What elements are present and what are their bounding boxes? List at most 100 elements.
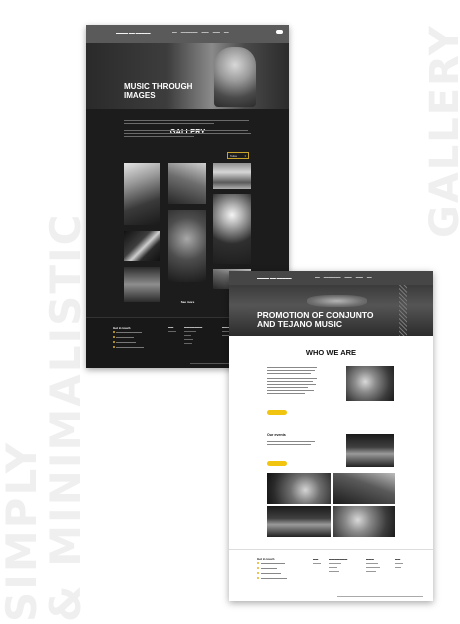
mail-icon (257, 567, 260, 570)
stage-truss-image (399, 285, 407, 336)
gallery-photo[interactable] (124, 231, 160, 261)
footer-link[interactable] (366, 571, 376, 572)
site-logo[interactable]: ▬▬▬▬ ▬▬ ▬▬▬▬▬ (116, 31, 151, 35)
theme-toggle[interactable] (276, 30, 283, 34)
text-line (267, 441, 315, 443)
hero-banner: MUSIC THROUGH IMAGES (86, 43, 289, 109)
nav-item[interactable]: ▬▬ (224, 31, 229, 34)
gallery-photo[interactable] (168, 163, 206, 204)
facebook-icon (257, 572, 260, 575)
footer-link[interactable] (329, 571, 339, 572)
hero-title: MUSIC THROUGH IMAGES (124, 82, 192, 100)
hero-singer-photo (214, 47, 256, 107)
gallery-filter-select[interactable]: Todas ▾ (227, 152, 249, 159)
footer-link[interactable] (184, 343, 192, 345)
site-logo[interactable]: ▬▬▬▬ ▬▬ ▬▬▬▬▬ (257, 276, 292, 280)
background-tagline-line2: & MINIMALISTIC (41, 212, 90, 623)
footer-title: Get in touch (257, 557, 275, 561)
footer-title: Get in touch (113, 326, 131, 330)
footer-link[interactable] (395, 567, 401, 568)
contact-line[interactable] (261, 572, 281, 574)
event-photo[interactable] (267, 473, 331, 504)
event-stage-photo (346, 434, 394, 467)
site-header: ▬▬▬▬ ▬▬ ▬▬▬▬▬ ▬▬ ▬▬▬▬▬▬▬ ▬▬▬ ▬▬▬ ▬▬ (86, 25, 289, 43)
footer-link[interactable] (329, 563, 341, 564)
nav-item[interactable]: ▬▬▬ (356, 276, 363, 279)
stage-lights-image (307, 295, 367, 307)
hero-banner: PROMOTION OF CONJUNTO AND TEJANO MUSIC (229, 285, 433, 336)
gallery-photo[interactable] (213, 163, 251, 189)
footer-column-heading: ▬▬▬▬▬▬▬ (184, 326, 203, 329)
events-heading: Our events (267, 433, 286, 437)
contact-line[interactable] (261, 567, 277, 569)
text-line (267, 378, 317, 380)
footer-link[interactable] (329, 567, 337, 568)
footer-link[interactable] (168, 331, 176, 333)
text-line (267, 381, 313, 383)
text-line (124, 123, 214, 125)
text-line (267, 387, 308, 389)
footer-column-heading: ▬▬ (313, 558, 319, 561)
filter-value: Todas (230, 154, 237, 158)
hero-title-line2: AND TEJANO MUSIC (257, 319, 343, 329)
event-photo[interactable] (267, 506, 331, 537)
events-button[interactable] (267, 461, 287, 466)
footer-link[interactable] (366, 563, 378, 564)
event-photo[interactable] (333, 506, 395, 537)
gallery-photo[interactable] (124, 267, 160, 302)
gallery-photo[interactable] (168, 210, 206, 282)
text-line (267, 393, 305, 395)
main-nav: ▬▬ ▬▬▬▬▬▬▬ ▬▬▬ ▬▬▬ ▬▬ (315, 276, 372, 279)
contact-line[interactable] (116, 331, 142, 333)
hero-title: PROMOTION OF CONJUNTO AND TEJANO MUSIC (257, 311, 374, 329)
nav-item[interactable]: ▬▬▬ (202, 31, 209, 34)
hero-title-line2: IMAGES (124, 90, 156, 100)
nav-item[interactable]: ▬▬▬ (213, 31, 220, 34)
text-line (124, 130, 248, 132)
event-photo[interactable] (333, 473, 395, 504)
text-line (124, 133, 251, 135)
nav-item[interactable]: ▬▬▬▬▬▬▬ (181, 31, 198, 34)
text-line (267, 444, 311, 446)
footer-column-heading: ▬▬ (168, 326, 174, 329)
contact-line[interactable] (116, 341, 136, 343)
background-word-gallery: GALLERY (422, 24, 460, 238)
chevron-down-icon: ▾ (244, 154, 246, 158)
contact-line[interactable] (116, 336, 134, 338)
gallery-photo[interactable] (124, 163, 160, 225)
footer-link[interactable] (184, 339, 193, 341)
text-line (267, 373, 311, 375)
band-members-photo (346, 366, 394, 401)
footer-link[interactable] (366, 567, 380, 568)
section-title: WHO WE ARE (305, 348, 357, 357)
nav-item[interactable]: ▬▬▬▬▬▬▬ (324, 276, 341, 279)
footer-column-heading: ▬▬▬ (366, 558, 374, 561)
contact-line[interactable] (261, 577, 287, 579)
nav-item[interactable]: ▬▬ (367, 276, 372, 279)
nav-item[interactable]: ▬▬ (315, 276, 320, 279)
text-line (124, 120, 249, 122)
contact-line[interactable] (116, 346, 144, 348)
site-header: ▬▬▬▬ ▬▬ ▬▬▬▬▬ ▬▬ ▬▬▬▬▬▬▬ ▬▬▬ ▬▬▬ ▬▬ (229, 271, 433, 285)
text-line (124, 136, 194, 138)
text-line (267, 367, 317, 369)
main-nav: ▬▬ ▬▬▬▬▬▬▬ ▬▬▬ ▬▬▬ ▬▬ (172, 31, 229, 34)
read-more-button[interactable] (267, 410, 287, 415)
footer-column-heading: ▬▬ (395, 558, 401, 561)
section-title: GALLERY (169, 127, 206, 136)
footer-link[interactable] (184, 335, 191, 337)
nav-item[interactable]: ▬▬ (172, 31, 177, 34)
phone-icon (257, 562, 260, 565)
copyright-text (337, 596, 423, 597)
contact-line[interactable] (261, 562, 285, 564)
nav-item[interactable]: ▬▬▬ (345, 276, 352, 279)
footer-link[interactable] (395, 563, 403, 564)
text-line (267, 390, 314, 392)
site-footer: Get in touch ▬▬ ▬▬▬▬▬▬▬ ▬▬▬ ▬▬ (229, 549, 433, 601)
footer-link[interactable] (313, 563, 321, 564)
footer-link[interactable] (184, 331, 196, 333)
background-tagline-line1: SIMPLY (0, 440, 46, 622)
text-line (267, 384, 316, 386)
about-page-mockup: ▬▬▬▬ ▬▬ ▬▬▬▬▬ ▬▬ ▬▬▬▬▬▬▬ ▬▬▬ ▬▬▬ ▬▬ PROM… (229, 271, 433, 601)
gallery-photo[interactable] (213, 194, 251, 264)
